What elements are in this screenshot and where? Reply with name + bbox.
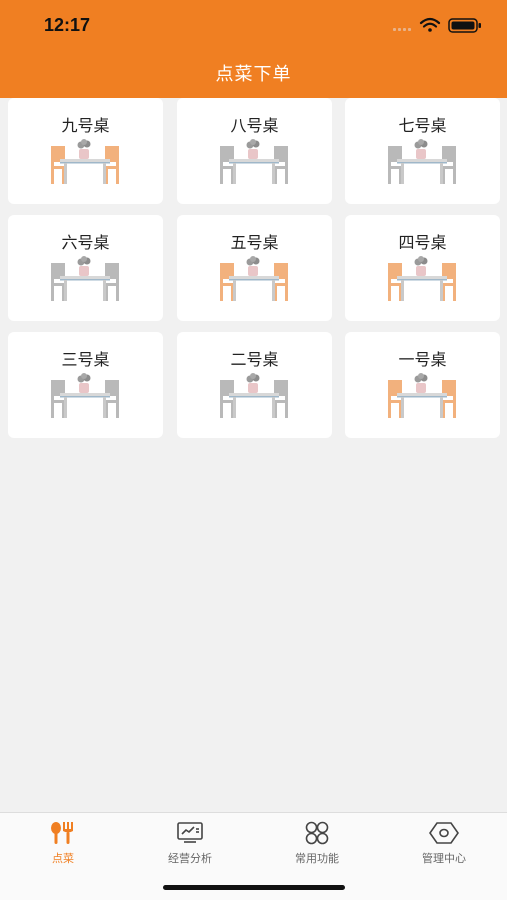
occupied-table-icon — [387, 255, 457, 307]
occupied-table-icon — [219, 255, 289, 307]
table-card-label: 二号桌 — [230, 350, 279, 369]
tab-business-analysis-label: 经营分析 — [168, 852, 212, 865]
home-indicator — [163, 885, 345, 890]
table-card-label: 五号桌 — [230, 233, 279, 252]
fork-spoon-icon — [49, 821, 77, 849]
tab-common-functions-label: 常用功能 — [295, 852, 339, 865]
occupied-table-icon — [50, 138, 120, 190]
tab-common-functions[interactable]: 常用功能 — [254, 813, 380, 873]
table-card-label: 八号桌 — [230, 116, 279, 135]
tab-business-analysis[interactable]: 经营分析 — [127, 813, 253, 873]
table-card[interactable]: 二号桌 — [177, 332, 332, 438]
table-card-label: 七号桌 — [398, 116, 447, 135]
tab-order[interactable]: 点菜 — [0, 813, 126, 873]
page-title: 点菜下单 — [215, 64, 292, 85]
chart-monitor-icon — [176, 821, 204, 849]
table-card[interactable]: 八号桌 — [177, 98, 332, 204]
table-card-label: 六号桌 — [61, 233, 110, 252]
tab-management-center[interactable]: 管理中心 — [381, 813, 507, 873]
table-card[interactable]: 三号桌 — [8, 332, 163, 438]
wifi-icon — [419, 17, 441, 32]
free-table-icon — [219, 138, 289, 190]
table-card[interactable]: 四号桌 — [345, 215, 500, 321]
management-hexagon-icon — [428, 821, 460, 849]
table-card[interactable]: 一号桌 — [345, 332, 500, 438]
status-time: 12:17 — [44, 15, 91, 35]
table-card-label: 九号桌 — [61, 116, 110, 135]
table-card[interactable]: 五号桌 — [177, 215, 332, 321]
table-card[interactable]: 七号桌 — [345, 98, 500, 204]
free-table-icon — [219, 372, 289, 424]
table-card-label: 三号桌 — [61, 350, 110, 369]
table-card[interactable]: 九号桌 — [8, 98, 163, 204]
function-grid-icon — [303, 821, 331, 849]
table-card[interactable]: 六号桌 — [8, 215, 163, 321]
battery-icon — [448, 18, 481, 33]
occupied-table-icon — [387, 372, 457, 424]
tab-order-label: 点菜 — [52, 852, 74, 865]
app-header: 12:17 点菜下单 — [0, 0, 507, 98]
status-icons — [393, 16, 483, 36]
free-table-icon — [50, 255, 120, 307]
status-bar: 12:17 — [0, 0, 507, 52]
tab-management-center-label: 管理中心 — [422, 852, 466, 865]
signal-icon — [393, 28, 411, 31]
table-card-label: 四号桌 — [398, 233, 447, 252]
table-card-label: 一号桌 — [398, 350, 447, 369]
free-table-icon — [387, 138, 457, 190]
free-table-icon — [50, 372, 120, 424]
